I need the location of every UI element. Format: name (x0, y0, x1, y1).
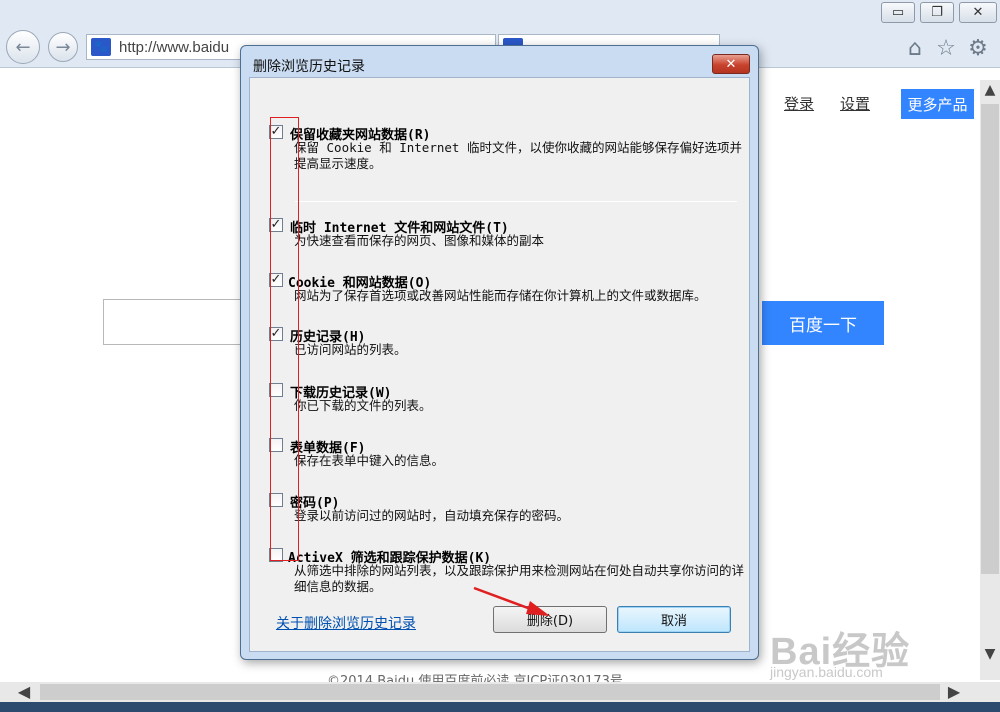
horizontal-scrollbar[interactable]: ◀ ▶ (0, 682, 1000, 702)
window-close-button[interactable]: ✕ (959, 2, 997, 23)
about-delete-history-link[interactable]: 关于删除浏览历史记录 (276, 613, 416, 633)
more-products-button[interactable]: 更多产品 (901, 89, 974, 119)
option-description: 从筛选中排除的网站列表，以及跟踪保护用来检测网站在何处自动共享你访问的详细信息的… (294, 563, 745, 594)
dialog-body: ✓ 保留收藏夹网站数据(R) 保留 Cookie 和 Internet 临时文件… (249, 77, 750, 652)
separator (295, 201, 737, 202)
baidu-jingyan-watermark: Bai经验 jingyan.baidu.com (770, 631, 911, 680)
option-description: 已访问网站的列表。 (294, 342, 407, 357)
option-description: 保存在表单中键入的信息。 (294, 453, 445, 468)
delete-history-dialog: 删除浏览历史记录 ✕ ✓ 保留收藏夹网站数据(R) 保留 Cookie 和 In… (240, 45, 759, 660)
option-description: 为快速查看而保存的网页、图像和媒体的副本 (294, 233, 545, 248)
scroll-down-icon[interactable]: ▼ (980, 646, 1000, 662)
minimize-button[interactable]: ▭ (881, 2, 915, 23)
login-link[interactable]: 登录 (784, 93, 814, 114)
settings-gear-icon[interactable]: ⚙ (966, 36, 990, 61)
dialog-title: 删除浏览历史记录 (253, 59, 365, 75)
option-description: 网站为了保存首选项或改善网站性能而存储在你计算机上的文件或数据库。 (294, 288, 707, 303)
option-description: 保留 Cookie 和 Internet 临时文件，以使你收藏的网站能够保存偏好… (294, 140, 742, 171)
vertical-scrollbar[interactable]: ▲ ▼ (980, 80, 1000, 680)
cancel-button[interactable]: 取消 (617, 606, 731, 633)
taskbar (0, 702, 1000, 712)
forward-arrow-icon: → (55, 36, 71, 58)
restore-button[interactable]: ❐ (920, 2, 954, 23)
scroll-right-icon[interactable]: ▶ (944, 682, 964, 702)
horizontal-scroll-thumb[interactable] (40, 684, 940, 700)
vertical-scroll-thumb[interactable] (981, 104, 999, 574)
back-arrow-icon: ← (15, 36, 31, 58)
delete-button[interactable]: 删除(D) (493, 606, 607, 633)
annotation-red-box (270, 117, 299, 561)
back-button[interactable]: ← (6, 30, 40, 64)
baidu-paw-icon: 🐾 (91, 38, 111, 56)
search-button[interactable]: 百度一下 (762, 301, 884, 345)
search-input[interactable] (103, 299, 243, 345)
home-icon[interactable]: ⌂ (903, 36, 927, 61)
favorites-star-icon[interactable]: ☆ (934, 36, 958, 61)
option-description: 你已下载的文件的列表。 (294, 398, 432, 413)
forward-button[interactable]: → (48, 32, 78, 62)
address-url: http://www.baidu (119, 39, 230, 56)
scroll-left-icon[interactable]: ◀ (14, 682, 34, 702)
option-description: 登录以前访问过的网站时，自动填充保存的密码。 (294, 508, 570, 523)
scroll-up-icon[interactable]: ▲ (980, 82, 1000, 98)
dialog-close-button[interactable]: ✕ (712, 54, 750, 74)
settings-link[interactable]: 设置 (840, 93, 870, 114)
